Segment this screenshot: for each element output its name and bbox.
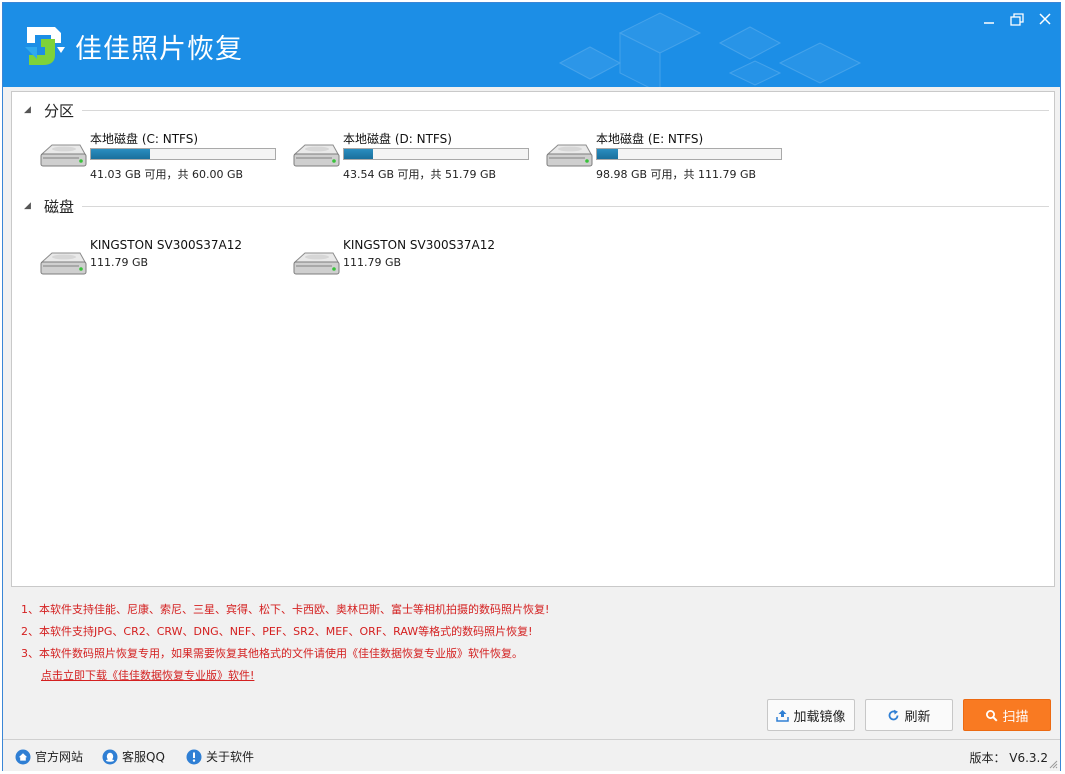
disk-item[interactable]: KINGSTON SV300S37A12 111.79 GB <box>291 238 541 288</box>
partitions-section-label: 分区 <box>44 102 75 120</box>
support-qq-label: 客服QQ <box>122 750 165 764</box>
resize-grip-icon[interactable] <box>1048 759 1058 769</box>
collapse-triangle-icon[interactable]: ◢ <box>24 201 31 211</box>
minimize-icon <box>984 22 994 24</box>
usage-bar-fill <box>597 149 619 159</box>
usage-bar-fill <box>91 149 150 159</box>
partition-name: 本地磁盘 (D: NTFS) <box>343 132 452 146</box>
hard-drive-icon <box>38 248 88 280</box>
title-bar[interactable]: 佳佳照片恢复 <box>3 3 1060 87</box>
load-image-button[interactable]: 加载镜像 <box>767 699 855 731</box>
support-qq-link[interactable]: 客服QQ <box>102 748 165 765</box>
partition-size-text: 43.54 GB 可用，共 51.79 GB <box>343 168 497 181</box>
info-icon <box>186 749 202 764</box>
usage-bar <box>90 148 276 160</box>
partitions-section-header[interactable]: ◢ 分区 <box>24 100 1049 120</box>
section-divider <box>82 110 1049 111</box>
hard-drive-icon <box>291 140 341 172</box>
refresh-label: 刷新 <box>904 709 931 725</box>
notice-line-1: 1、本软件支持佳能、尼康、索尼、三星、宾得、松下、卡西欧、奥林巴斯、富士等相机拍… <box>21 603 550 616</box>
about-software-link[interactable]: 关于软件 <box>186 748 254 765</box>
close-icon <box>1039 13 1051 25</box>
app-title: 佳佳照片恢复 <box>75 34 243 65</box>
hard-drive-icon <box>291 248 341 280</box>
disk-name: KINGSTON SV300S37A12 <box>343 238 495 252</box>
collapse-triangle-icon[interactable]: ◢ <box>24 105 31 115</box>
disk-size-text: 111.79 GB <box>90 256 149 269</box>
about-software-label: 关于软件 <box>206 750 255 764</box>
load-image-label: 加载镜像 <box>793 709 846 725</box>
drive-list-panel: ◢ 分区 本地磁盘 (C: NTFS) 41.03 GB 可用，共 60.00 G… <box>11 91 1055 587</box>
partition-size-text: 98.98 GB 可用，共 111.79 GB <box>596 168 757 181</box>
app-logo-icon <box>25 27 65 65</box>
partition-size-text: 41.03 GB 可用，共 60.00 GB <box>90 168 244 181</box>
usage-bar-fill <box>344 149 374 159</box>
app-window: 佳佳照片恢复 ◢ 分区 本地磁盘 (C: NTFS) 41.03 GB 可用，共 … <box>2 2 1061 771</box>
notice-line-2: 2、本软件支持JPG、CR2、CRW、DNG、NEF、PEF、SR2、MEF、O… <box>21 625 533 638</box>
restore-icon <box>1010 13 1024 26</box>
scan-label: 扫描 <box>1002 709 1029 725</box>
usage-bar <box>343 148 529 160</box>
hard-drive-icon <box>38 140 88 172</box>
upload-icon <box>776 709 790 722</box>
background-cubes-decoration <box>558 12 862 87</box>
disks-section-label: 磁盘 <box>44 198 75 216</box>
official-website-link[interactable]: 官方网站 <box>15 748 83 765</box>
status-bar: 官方网站 客服QQ 关于软件 版本： V6.3.2 <box>3 739 1060 771</box>
home-icon <box>15 749 31 764</box>
partition-item[interactable]: 本地磁盘 (E: NTFS) 98.98 GB 可用，共 111.79 GB <box>544 130 794 181</box>
section-divider <box>82 206 1049 207</box>
close-button[interactable] <box>1034 11 1056 29</box>
partition-item[interactable]: 本地磁盘 (C: NTFS) 41.03 GB 可用，共 60.00 GB <box>38 130 288 181</box>
usage-bar <box>596 148 782 160</box>
scan-button[interactable]: 扫描 <box>963 699 1051 731</box>
official-website-label: 官方网站 <box>35 750 84 764</box>
minimize-button[interactable] <box>978 11 1000 29</box>
disk-size-text: 111.79 GB <box>343 256 402 269</box>
search-icon <box>986 709 998 722</box>
partition-item[interactable]: 本地磁盘 (D: NTFS) 43.54 GB 可用，共 51.79 GB <box>291 130 541 181</box>
disk-name: KINGSTON SV300S37A12 <box>90 238 242 252</box>
disks-section-header[interactable]: ◢ 磁盘 <box>24 196 1049 216</box>
qq-icon <box>102 749 118 764</box>
partition-name: 本地磁盘 (E: NTFS) <box>596 132 704 146</box>
restore-button[interactable] <box>1006 11 1028 29</box>
refresh-button[interactable]: 刷新 <box>865 699 953 731</box>
disk-item[interactable]: KINGSTON SV300S37A12 111.79 GB <box>38 238 288 288</box>
version-label: 版本： V6.3.2 <box>969 751 1048 765</box>
download-pro-link[interactable]: 点击立即下载《佳佳数据恢复专业版》软件! <box>41 667 254 683</box>
notice-line-3: 3、本软件数码照片恢复专用，如果需要恢复其他格式的文件请使用《佳佳数据恢复专业版… <box>21 647 523 660</box>
refresh-icon <box>889 709 899 720</box>
partition-name: 本地磁盘 (C: NTFS) <box>90 132 199 146</box>
hard-drive-icon <box>544 140 594 172</box>
